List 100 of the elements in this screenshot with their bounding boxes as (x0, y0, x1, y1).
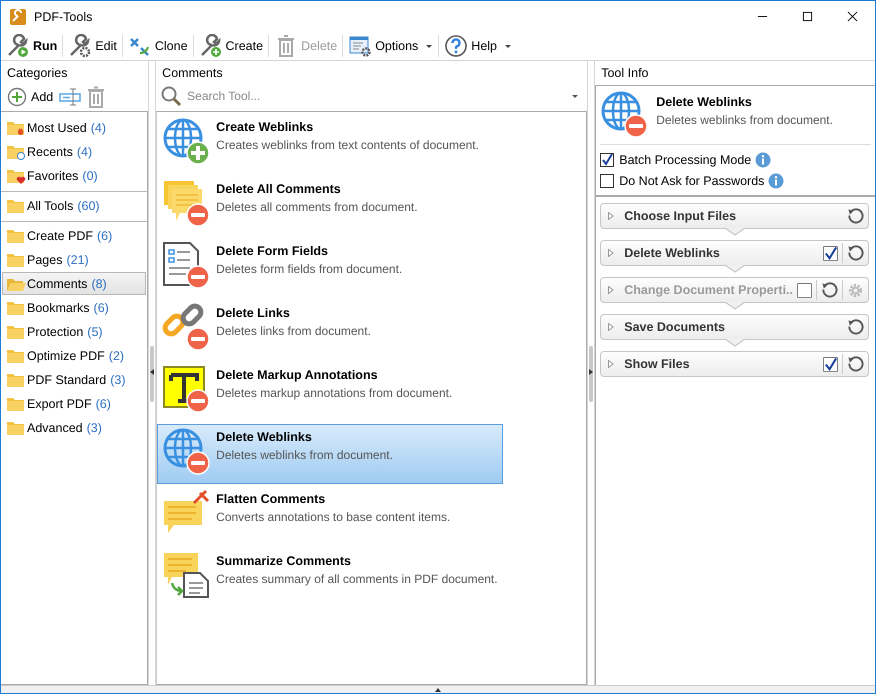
window-title: PDF-Tools (34, 10, 92, 24)
info-icon[interactable] (768, 172, 784, 188)
caret-icon[interactable] (571, 92, 580, 100)
tool-name: Delete Weblinks (216, 430, 313, 444)
reset-icon[interactable] (847, 356, 864, 372)
expand-icon[interactable] (608, 360, 614, 368)
folder-clock-icon (6, 144, 26, 160)
reset-icon[interactable] (847, 318, 864, 336)
tool-description: Deletes weblinks from document. (216, 448, 393, 462)
step-title: Show Files (624, 357, 691, 371)
reset-icon[interactable] (847, 244, 864, 262)
checkbox-icon[interactable] (600, 174, 614, 188)
folder-icon (6, 198, 26, 214)
search-icon (160, 85, 182, 107)
folder-icon (6, 420, 26, 436)
note-document-icon (162, 551, 210, 599)
collapse-arrow-icon[interactable] (435, 688, 441, 692)
tool-name: Summarize Comments (216, 554, 352, 568)
info-icon[interactable] (755, 152, 772, 168)
category-item[interactable]: PDF Standard (3) (2, 368, 146, 391)
tool-description: Deletes links from document. (216, 324, 371, 338)
step-checkbox[interactable] (823, 246, 838, 260)
option-checkbox[interactable]: Do Not Ask for Passwords (600, 174, 764, 188)
tool-item[interactable]: Create Weblinks Creates weblinks from text contents of document. (157, 114, 504, 174)
tool-description: Deletes markup annotations from document. (216, 386, 452, 400)
expand-icon[interactable] (608, 212, 614, 220)
category-item[interactable]: Comments (8) (2, 272, 146, 295)
step-connector (724, 228, 745, 236)
tool-description: Deletes form fields from document. (216, 262, 402, 276)
step-connector (724, 339, 745, 347)
tool-description: Creates summary of all comments in PDF document. (216, 572, 498, 586)
checkbox-icon[interactable] (600, 152, 614, 166)
toolbar-button[interactable]: Help (441, 32, 516, 60)
tool-item[interactable]: Delete All Comments Deletes all comments from document. (157, 176, 504, 236)
tool-item[interactable]: Flatten Comments Converts annotations to base content items. (157, 486, 504, 546)
toolbar-button[interactable]: Options (345, 32, 436, 60)
category-item[interactable]: Optimize PDF (2) (2, 344, 146, 367)
tool-item[interactable]: Delete Weblinks Deletes weblinks from document. (157, 424, 504, 484)
step-checkbox[interactable] (823, 356, 838, 372)
toolbar-button[interactable]: Create (196, 32, 266, 60)
expand-icon[interactable] (608, 249, 614, 257)
tool-item[interactable]: Delete Form Fields Deletes form fields from document. (157, 238, 504, 298)
category-item[interactable]: Export PDF (6) (2, 392, 146, 415)
wrench-plus-icon (198, 34, 223, 58)
folder-icon (6, 300, 26, 316)
toolbar-button[interactable]: Clone (124, 32, 191, 60)
caret-icon (504, 42, 512, 50)
window-gear-icon (348, 34, 372, 58)
step-title: Save Documents (624, 320, 726, 334)
category-item[interactable]: Recents (4) (2, 140, 146, 163)
step-title: Delete Weblinks (624, 246, 721, 260)
tool-name: Create Weblinks (216, 120, 314, 134)
category-item[interactable]: Pages (21) (2, 248, 146, 271)
step-bar[interactable]: Delete Weblinks (600, 240, 870, 266)
tool-description: Deletes all comments from document. (216, 200, 418, 214)
category-item[interactable]: Create PDF (6) (2, 224, 146, 247)
app-icon (9, 8, 27, 26)
toolbar-button[interactable]: Run (3, 32, 60, 60)
tool-description: Creates weblinks from text contents of document. (216, 138, 479, 152)
globe-remove-icon (600, 90, 648, 138)
collapse-arrow-icon[interactable] (150, 369, 154, 375)
folder-icon (6, 396, 26, 412)
folder-icon (6, 228, 26, 244)
tool-name: Flatten Comments (216, 492, 326, 506)
chain-minus-icon (162, 303, 210, 351)
option-checkbox[interactable]: Batch Processing Mode (600, 152, 752, 166)
add-button[interactable]: Add (5, 87, 56, 107)
category-item[interactable]: Bookmarks (6) (2, 296, 146, 319)
category-item[interactable]: Protection (5) (2, 320, 146, 343)
panel-title: Categories (6, 65, 68, 82)
wrench-play-icon (6, 34, 30, 58)
rename-icon[interactable] (59, 86, 82, 108)
toolbar-button[interactable]: Edit (65, 32, 120, 60)
expand-icon[interactable] (608, 323, 614, 331)
reset-icon[interactable] (847, 208, 864, 224)
tool-item[interactable]: Summarize Comments Creates summary of all comments in PDF document. (157, 548, 504, 608)
tool-name: Delete Markup Annotations (216, 368, 379, 382)
category-item[interactable]: Advanced (3) (2, 416, 146, 439)
tool-description: Converts annotations to base content items. (216, 510, 450, 524)
category-item[interactable]: Favorites (0) (2, 164, 146, 187)
folder-icon (6, 372, 26, 388)
text-box-minus-icon (162, 365, 210, 413)
tool-name: Delete Weblinks (656, 95, 753, 109)
collapse-arrow-icon[interactable] (589, 369, 594, 375)
globe-minus-icon (162, 427, 210, 475)
search-field[interactable]: Search Tool... (185, 88, 568, 104)
category-item[interactable]: Most Used (4) (2, 116, 146, 139)
folder-icon (6, 324, 26, 340)
category-item[interactable]: All Tools (60) (2, 194, 146, 217)
wrench-gear-icon (68, 34, 92, 58)
folder-icon (6, 252, 26, 268)
step-bar[interactable]: Choose Input Files (600, 203, 870, 229)
tool-item[interactable]: Delete Markup Annotations Deletes markup annotations from document. (157, 362, 504, 422)
step-bar[interactable]: Save Documents (600, 314, 870, 340)
tool-item[interactable]: Delete Links Deletes links from document. (157, 300, 504, 360)
step-connector (724, 302, 745, 310)
help-icon (444, 34, 468, 58)
folder-flame-icon (6, 120, 26, 136)
step-bar[interactable]: Show Files (600, 351, 870, 377)
caret-icon (425, 42, 434, 50)
